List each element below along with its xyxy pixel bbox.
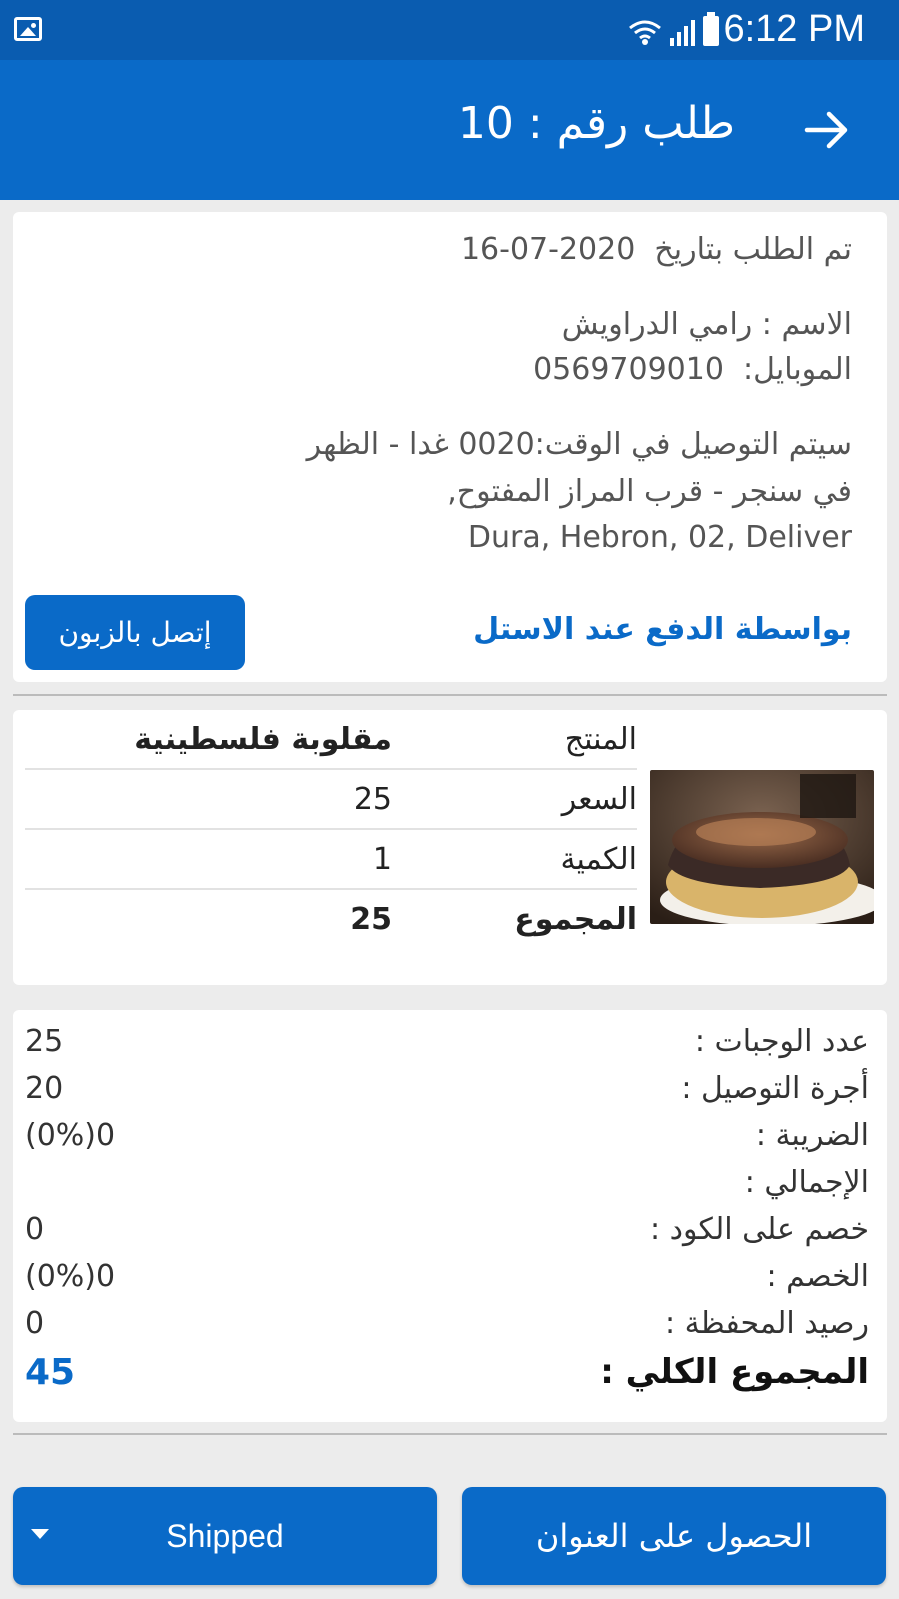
subtotal-label: المجموع <box>514 902 637 937</box>
page-title: طلب رقم : 10 <box>457 98 735 149</box>
product-label: المنتج <box>564 722 637 757</box>
summary-row: عدد الوجبات : 25 <box>13 1024 887 1070</box>
summary-total-row: المجموع الكلي : 45 <box>13 1352 887 1398</box>
summary-row: الإجمالي : <box>13 1165 887 1211</box>
tax-value: (0%)0 <box>25 1118 116 1153</box>
price-value: 25 <box>353 782 392 817</box>
order-date-value: 16-07-2020 <box>460 232 636 267</box>
order-info-card: تم الطلب بتاريخ 16-07-2020 الاسم : رامي … <box>13 212 887 682</box>
status-dropdown-value: Shipped <box>166 1517 284 1554</box>
discount-label: الخصم : <box>766 1259 869 1294</box>
image-notification-icon <box>14 17 42 41</box>
delivery-line-2: في سنجر - قرب المراز المفتوح, <box>447 474 852 509</box>
status-dropdown[interactable]: Shipped <box>13 1487 437 1585</box>
discount-value: (0%)0 <box>25 1259 116 1294</box>
divider <box>13 1433 887 1435</box>
product-value: مقلوبة فلسطينية <box>134 722 392 757</box>
signal-icon <box>670 18 695 46</box>
product-image <box>650 770 874 924</box>
delivery-fee-value: 20 <box>25 1071 64 1106</box>
mobile-value: 0569709010 <box>533 352 724 387</box>
quantity-label: الكمية <box>560 842 637 877</box>
status-time: 6:12 PM <box>723 8 865 50</box>
payment-method: بواسطة الدفع عند الاستل <box>473 612 852 647</box>
wifi-icon <box>629 20 661 45</box>
arrow-right-icon[interactable] <box>799 102 855 158</box>
product-row: المجموع 25 <box>25 890 637 950</box>
coupon-discount-label: خصم على الكود : <box>650 1212 869 1247</box>
divider <box>13 694 887 696</box>
summary-row: الخصم : (0%)0 <box>13 1259 887 1305</box>
battery-icon <box>703 12 719 46</box>
product-row: الكمية 1 <box>25 830 637 890</box>
summary-row: الضريبة : (0%)0 <box>13 1118 887 1164</box>
status-bar: 6:12 PM <box>0 0 899 60</box>
order-date-label: تم الطلب بتاريخ <box>654 232 852 267</box>
delivery-line-3: Dura, Hebron, 02, Deliver <box>467 520 852 555</box>
tax-label: الضريبة : <box>755 1118 869 1153</box>
product-card: المنتج مقلوبة فلسطينية السعر 25 الكمية 1… <box>13 710 887 985</box>
subtotal-value: 25 <box>350 902 392 937</box>
customer-name: الاسم : رامي الدراويش <box>561 307 852 342</box>
grand-total-label: المجموع الكلي : <box>600 1352 869 1392</box>
order-date-line: تم الطلب بتاريخ 16-07-2020 <box>461 232 852 267</box>
quantity-value: 1 <box>372 842 392 877</box>
delivery-fee-label: أجرة التوصيل : <box>681 1071 869 1106</box>
summary-card: عدد الوجبات : 25 أجرة التوصيل : 20 الضري… <box>13 1010 887 1422</box>
product-table: المنتج مقلوبة فلسطينية السعر 25 الكمية 1… <box>25 710 637 950</box>
get-address-button[interactable]: الحصول على العنوان <box>462 1487 886 1585</box>
app-bar: طلب رقم : 10 <box>0 60 899 200</box>
coupon-discount-value: 0 <box>25 1212 45 1247</box>
summary-row: خصم على الكود : 0 <box>13 1212 887 1258</box>
mobile-label: الموبايل: <box>743 352 852 387</box>
summary-row: رصيد المحفظة : 0 <box>13 1306 887 1352</box>
subtotal-label: الإجمالي : <box>744 1165 869 1200</box>
call-customer-button[interactable]: إتصل بالزبون <box>25 595 245 670</box>
delivery-line-1: سيتم التوصيل في الوقت:0020 غدا - الظهر <box>306 427 852 462</box>
mobile-line: الموبايل: 0569709010 <box>533 352 852 387</box>
status-icons <box>628 12 719 46</box>
meals-count-value: 25 <box>25 1024 64 1059</box>
chevron-down-icon <box>31 1529 49 1539</box>
wallet-balance-label: رصيد المحفظة : <box>665 1306 869 1341</box>
price-label: السعر <box>561 782 637 817</box>
product-row: السعر 25 <box>25 770 637 830</box>
grand-total-value: 45 <box>25 1352 76 1393</box>
product-row: المنتج مقلوبة فلسطينية <box>25 710 637 770</box>
summary-row: أجرة التوصيل : 20 <box>13 1071 887 1117</box>
wallet-balance-value: 0 <box>25 1306 45 1341</box>
meals-count-label: عدد الوجبات : <box>694 1024 869 1059</box>
